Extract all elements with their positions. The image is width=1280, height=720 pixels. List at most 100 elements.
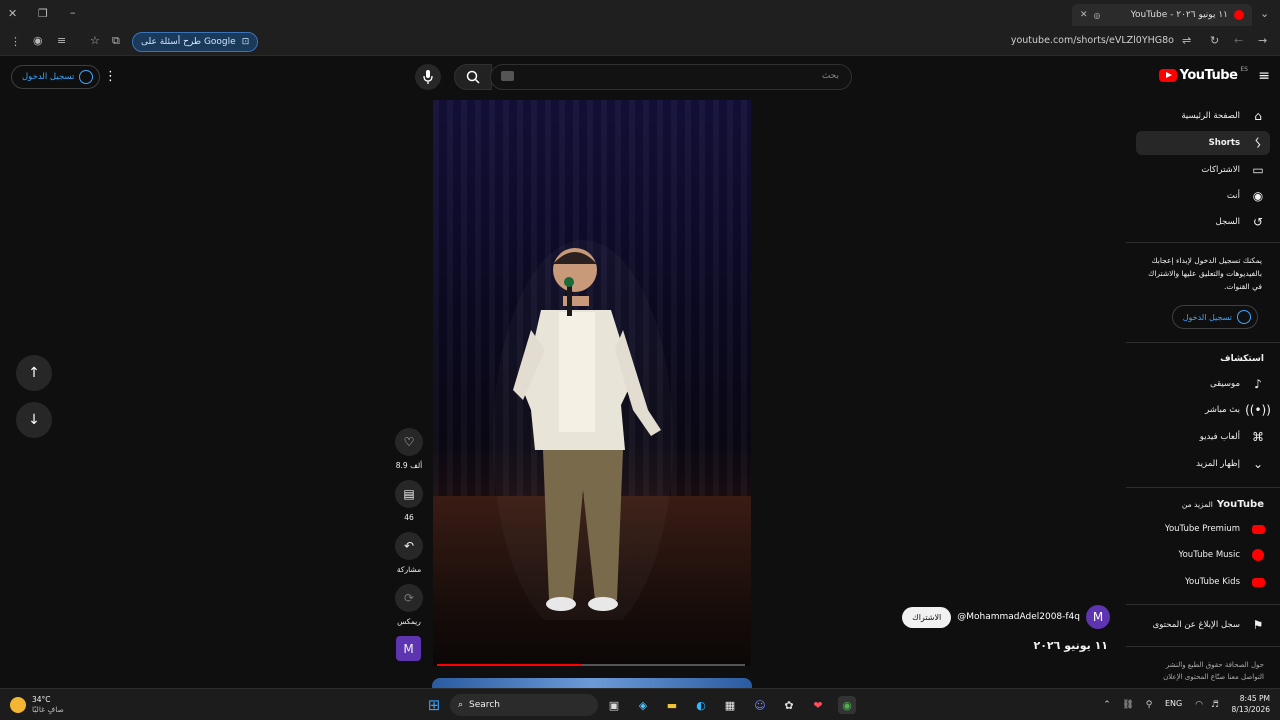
weather-widget[interactable]: 34°C صافٍ غالبًا	[10, 695, 64, 715]
share-icon: ↶	[403, 539, 415, 553]
sign-in-label: تسجيل الدخول	[22, 72, 75, 82]
voice-search-button[interactable]	[415, 64, 441, 90]
widgets-app-icon[interactable]: ◈	[634, 696, 652, 714]
site-settings-icon[interactable]: ⇌	[1182, 34, 1191, 47]
video-progress-bar[interactable]	[437, 664, 745, 666]
forward-icon[interactable]: ←	[1234, 34, 1243, 47]
tray-overflow-icon[interactable]: ⌃	[1098, 696, 1116, 714]
profile-icon[interactable]: ◉	[33, 34, 43, 47]
ask-google-chip[interactable]: طرح أسئلة على Google ⊡	[132, 32, 259, 52]
windows-start-icon[interactable]: ⊞	[425, 696, 443, 714]
reading-list-icon[interactable]: ≡	[57, 34, 66, 47]
video-progress-fill	[437, 664, 582, 666]
comedian-figure	[513, 248, 661, 611]
logo-region: ES	[1240, 66, 1248, 73]
sidebar-divider	[1126, 604, 1280, 605]
sidebar-item-label: موسيقى	[1209, 379, 1240, 389]
settings-menu-icon[interactable]: ⋮	[104, 69, 117, 84]
tab-menu-icon[interactable]: ⌄	[1260, 7, 1269, 20]
browser-menu-icon[interactable]: ⋮	[10, 35, 21, 48]
share-label: مشاركة	[396, 565, 422, 574]
close-tab-icon[interactable]: ✕	[1080, 10, 1088, 20]
sidebar-item-report-history[interactable]: سجل الإبلاغ عن المحتوى ⚑	[1136, 613, 1280, 637]
sidebar-sign-in-button[interactable]: تسجيل الدخول	[1171, 305, 1258, 329]
back-icon[interactable]: →	[1258, 34, 1267, 47]
comment-icon: ▤	[403, 487, 415, 501]
sidebar-divider	[1126, 342, 1280, 343]
search-button[interactable]	[454, 64, 492, 90]
subscribe-button[interactable]: الاشتراك	[902, 606, 952, 628]
search-input[interactable]: بحث	[490, 64, 852, 90]
sidebar-divider	[1126, 646, 1280, 647]
youtube-music-icon	[1250, 547, 1266, 563]
sidebar-item-you[interactable]: أنت ◉	[1136, 184, 1280, 208]
comments-button[interactable]: ▤	[395, 480, 423, 508]
sidebar-item-youtube-music[interactable]: YouTube Music	[1136, 543, 1280, 567]
sign-in-button[interactable]: تسجيل الدخول	[11, 65, 101, 89]
remix-icon: ⟳	[403, 591, 415, 605]
browser-tab-active[interactable]: ✕ ◎ YouTube - ١١ يونيو ٢٠٢٦	[1072, 4, 1252, 26]
close-window-icon[interactable]: ✕	[8, 7, 17, 20]
next-short-preview[interactable]	[432, 678, 752, 688]
sidebar-item-shorts[interactable]: Shorts ᛊ	[1136, 131, 1270, 155]
live-icon: ((•))	[1245, 403, 1271, 417]
sidebar-item-subscriptions[interactable]: الاشتراكات ▭	[1136, 158, 1280, 182]
address-bar[interactable]: youtube.com/shorts/eVLZl0YHG8o	[1011, 35, 1174, 46]
you-icon: ◉	[1252, 189, 1264, 203]
store-icon[interactable]: ▦	[721, 696, 739, 714]
heart-icon: ♡	[403, 435, 415, 449]
microphone-icon[interactable]: ⚲	[1140, 696, 1158, 714]
channel-info: الاشتراك @MohammadAdel2008-f4q M	[902, 605, 1110, 629]
footer-links-line2[interactable]: التواصل معنا صنّاع المحتوى الإعلان	[1163, 671, 1264, 683]
next-short-button[interactable]: ↓	[16, 402, 52, 438]
sidebar-item-live[interactable]: بث مباشر ((•))	[1136, 398, 1280, 422]
network-icon[interactable]: ⛓	[1119, 696, 1137, 714]
share-button[interactable]: ↶	[395, 532, 423, 560]
youtube-logo[interactable]: YouTube ES	[1158, 66, 1248, 83]
taskbar-search-label: Search	[469, 700, 500, 710]
app-icon[interactable]: ✿	[780, 696, 798, 714]
pocket-icon[interactable]: ❤	[809, 696, 827, 714]
restore-window-icon[interactable]: ❐	[38, 7, 48, 20]
sidebar-item-label: YouTube Premium	[1164, 524, 1240, 534]
footer-links-line1[interactable]: حول الصحافة حقوق الطبع والنشر	[1163, 659, 1264, 671]
sidebar-item-history[interactable]: السجل ↺	[1136, 210, 1280, 234]
like-button[interactable]: ♡	[395, 428, 423, 456]
more-from-prefix: المزيد من	[1181, 500, 1213, 509]
remix-button[interactable]: ⟳	[395, 584, 423, 612]
sidebar-item-music[interactable]: موسيقى ♪	[1136, 372, 1280, 396]
clock[interactable]: 8:45 PM 8/13/2026	[1222, 693, 1270, 715]
file-explorer-icon[interactable]: ▬	[663, 696, 681, 714]
bookmark-star-icon[interactable]: ☆	[90, 34, 100, 47]
hamburger-menu-icon[interactable]: ≡	[1258, 68, 1270, 84]
remix-label: ريمكس	[397, 617, 421, 626]
share-page-icon[interactable]: ⧉	[112, 34, 120, 48]
clock-date: 8/13/2026	[1231, 705, 1270, 714]
sidebar-item-youtube-kids[interactable]: YouTube Kids	[1136, 570, 1280, 594]
sidebar-item-home[interactable]: الصفحة الرئيسية ⌂	[1136, 104, 1280, 128]
like-count: 8.9 ألف	[395, 461, 423, 470]
language-indicator[interactable]: ENG	[1165, 699, 1182, 708]
minimize-window-icon[interactable]: –	[70, 6, 76, 19]
sidebar-item-label: إظهار المزيد	[1196, 459, 1240, 469]
taskbar-search[interactable]: ⌕ Search	[450, 694, 598, 716]
chevron-down-icon: ⌄	[1252, 457, 1264, 471]
channel-avatar[interactable]: M	[1086, 605, 1110, 629]
sidebar-item-gaming[interactable]: ألعاب فيديو ⌘	[1136, 425, 1280, 449]
sidebar-item-label: السجل	[1215, 217, 1240, 227]
sidebar-item-show-more[interactable]: إظهار المزيد ⌄	[1136, 452, 1280, 476]
edge-browser-icon[interactable]: ◐	[692, 696, 710, 714]
chrome-icon[interactable]: ◉	[838, 696, 856, 714]
sidebar-item-youtube-premium[interactable]: YouTube Premium	[1136, 517, 1280, 541]
comment-count: 46	[404, 513, 414, 522]
task-view-icon[interactable]: ▣	[605, 696, 623, 714]
previous-short-button[interactable]: ↑	[16, 355, 52, 391]
keyboard-icon[interactable]	[501, 71, 514, 81]
channel-handle[interactable]: @MohammadAdel2008-f4q	[957, 612, 1080, 622]
discord-icon[interactable]: ☺	[751, 696, 769, 714]
reload-icon[interactable]: ↻	[1210, 34, 1219, 47]
lens-icon: ⊡	[241, 37, 250, 47]
channel-avatar-rail[interactable]: M	[396, 636, 421, 661]
short-video-player[interactable]	[433, 100, 751, 666]
gaming-icon: ⌘	[1252, 430, 1264, 444]
